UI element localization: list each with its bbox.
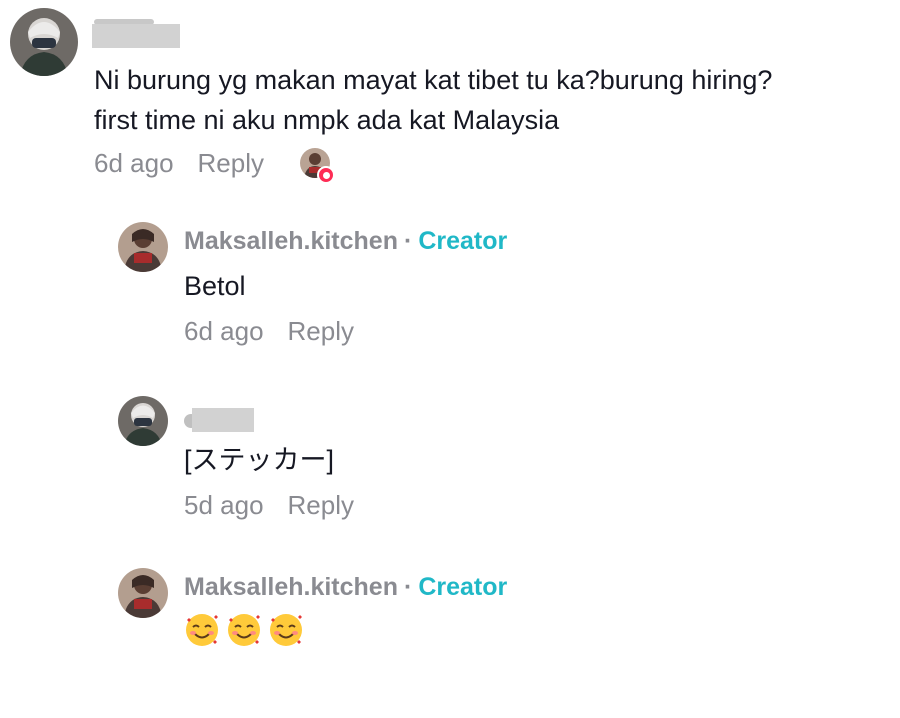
comment-thread: Ni burung yg makan mayat kat tibet tu ka…	[0, 0, 900, 656]
comment-timestamp: 6d ago	[94, 148, 174, 178]
reply-text: [ステッカー]	[184, 445, 335, 475]
comment-meta: 6d ago Reply	[94, 148, 264, 179]
reply-header: Maksalleh.kitchen · Creator	[184, 227, 507, 256]
reply-username[interactable]: Maksalleh.kitchen	[184, 573, 398, 602]
reply-item: [ステッカー] 5d ago Reply	[118, 396, 888, 546]
heart-badge-icon	[317, 166, 335, 184]
comment-text-line-1: Ni burung yg makan mayat kat tibet tu ka…	[94, 65, 773, 95]
avatar[interactable]	[118, 568, 168, 618]
reply-meta: 5d ago Reply	[184, 490, 354, 521]
redacted-username	[92, 24, 180, 48]
comment-text: Ni burung yg makan mayat kat tibet tu ka…	[94, 60, 894, 140]
reply-item: Maksalleh.kitchen · Creator	[118, 568, 888, 718]
avatar[interactable]	[118, 396, 168, 446]
reply-username[interactable]: Maksalleh.kitchen	[184, 227, 398, 256]
reply-button[interactable]: Reply	[288, 316, 354, 347]
redacted-username	[192, 408, 254, 432]
creator-liked-heart-icon	[300, 148, 336, 184]
reply-timestamp: 6d ago	[184, 316, 264, 346]
separator-dot: ·	[403, 573, 413, 601]
reply-meta: 6d ago Reply	[184, 316, 354, 347]
heart-dot	[322, 171, 330, 179]
smiling-face-with-hearts-icon	[184, 612, 220, 648]
avatar[interactable]	[118, 222, 168, 272]
creator-badge: Creator	[418, 573, 508, 601]
reply-item: Maksalleh.kitchen · Creator Betol 6d ago…	[118, 222, 888, 372]
comment-text-line-2: first time ni aku nmpk ada kat Malaysia	[94, 105, 560, 135]
reply-header: Maksalleh.kitchen · Creator	[184, 573, 507, 602]
reply-timestamp: 5d ago	[184, 490, 264, 520]
smiling-face-with-hearts-icon	[268, 612, 304, 648]
reply-button[interactable]: Reply	[198, 148, 264, 179]
reply-emoji-row	[184, 612, 304, 648]
separator-dot: ·	[403, 227, 413, 255]
creator-badge: Creator	[418, 227, 508, 255]
smiling-face-with-hearts-icon	[226, 612, 262, 648]
avatar[interactable]	[10, 8, 78, 76]
reply-button[interactable]: Reply	[288, 490, 354, 521]
reply-text: Betol	[184, 271, 246, 301]
